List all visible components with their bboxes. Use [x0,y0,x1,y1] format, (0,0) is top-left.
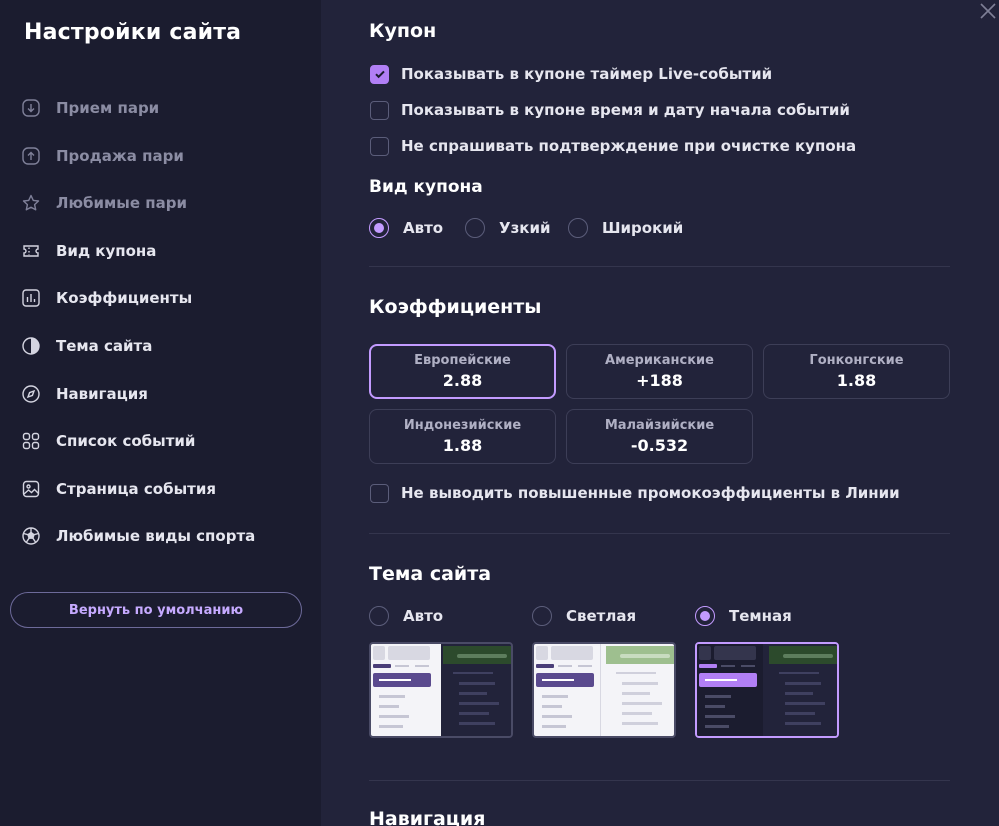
sidebar-item-bet-sale[interactable]: Продажа пари [20,144,184,168]
radio-theme-dark[interactable]: Темная [695,605,792,627]
odds-format-name: Индонезийские [403,418,522,433]
section-divider [369,780,950,781]
section-title-theme: Тема сайта [369,563,492,585]
radio-unselected[interactable] [532,606,552,626]
sidebar-item-label: Тема сайта [56,337,153,355]
checkbox-checked[interactable] [370,64,389,84]
sidebar-item-label: Коэффициенты [56,289,193,307]
sidebar-item-navigation[interactable]: Навигация [20,382,148,406]
soccer-ball-icon [20,525,42,547]
sidebar-title: Настройки сайта [24,20,242,45]
compass-icon [20,383,42,405]
radio-coupon-narrow[interactable]: Узкий [465,217,550,239]
close-icon[interactable] [978,1,998,21]
radio-label: Темная [729,607,792,625]
radio-label: Светлая [566,607,637,625]
radio-label: Авто [403,219,444,237]
odds-format-american[interactable]: Американские +188 [566,344,753,399]
odds-format-name: Гонконгские [809,353,904,368]
image-icon [20,478,42,500]
section-divider [369,266,950,267]
theme-preview-light[interactable] [532,642,676,738]
odds-format-value: 1.88 [442,436,483,455]
radio-label: Авто [403,607,444,625]
bar-chart-icon [20,287,42,309]
half-circle-icon [20,335,42,357]
sidebar-item-theme[interactable]: Тема сайта [20,334,152,358]
radio-theme-light[interactable]: Светлая [532,605,636,627]
grid-icon [20,430,42,452]
section-title-navigation: Навигация [369,808,486,826]
checkbox-unchecked[interactable] [370,483,389,503]
radio-label: Узкий [499,219,551,237]
checkbox-label: Не спрашивать подтверждение при очистке … [401,137,857,155]
odds-format-indonesian[interactable]: Индонезийские 1.88 [369,409,556,464]
radio-selected[interactable] [369,218,389,238]
checkbox-unchecked[interactable] [370,100,389,120]
odds-format-name: Американские [605,353,714,368]
sidebar-item-label: Любимые пари [56,194,187,212]
radio-unselected[interactable] [568,218,588,238]
theme-preview-auto[interactable] [369,642,513,738]
checkbox-label: Не выводить повышенные промокоэффициенты… [401,484,900,502]
ticket-icon [20,240,42,262]
theme-preview-dark[interactable] [695,642,839,738]
radio-selected[interactable] [695,606,715,626]
sidebar-item-label: Вид купона [56,242,157,260]
radio-unselected[interactable] [465,218,485,238]
reset-defaults-button[interactable]: Вернуть по умолчанию [10,592,302,628]
odds-format-value: +188 [636,371,683,390]
sidebar-item-event-list[interactable]: Список событий [20,429,195,453]
sidebar-item-label: Список событий [56,432,196,450]
odds-format-value: 2.88 [442,371,483,390]
sidebar-item-bet-acceptance[interactable]: Прием пари [20,96,159,120]
odds-format-european[interactable]: Европейские 2.88 [369,344,556,399]
checkbox-hide-promo-odds[interactable]: Не выводить повышенные промокоэффициенты… [370,483,900,503]
sidebar: Настройки сайта Прием пари Продажа пари … [0,0,321,826]
odds-format-name: Европейские [414,353,511,368]
radio-theme-auto[interactable]: Авто [369,605,443,627]
sidebar-item-label: Навигация [56,385,148,403]
checkbox-label: Показывать в купоне таймер Live-событий [401,65,773,83]
sidebar-item-favorite-bets[interactable]: Любимые пари [20,191,187,215]
sidebar-item-event-page[interactable]: Страница события [20,477,216,501]
arrow-down-circle-icon [20,97,42,119]
sidebar-item-odds[interactable]: Коэффициенты [20,286,192,310]
radio-unselected[interactable] [369,606,389,626]
radio-label: Широкий [602,219,684,237]
section-title-coupon: Купон [369,20,437,42]
sidebar-item-label: Страница события [56,480,216,498]
sidebar-item-coupon-view[interactable]: Вид купона [20,239,156,263]
odds-format-hongkong[interactable]: Гонконгские 1.88 [763,344,950,399]
odds-format-value: -0.532 [630,436,689,455]
check-icon [374,70,385,79]
odds-format-name: Малайзийские [604,418,715,433]
sidebar-item-label: Прием пари [56,99,160,117]
checkbox-no-confirm-clear[interactable]: Не спрашивать подтверждение при очистке … [370,136,856,156]
section-divider [369,533,950,534]
section-title-odds: Коэффициенты [369,296,542,318]
checkbox-start-time[interactable]: Показывать в купоне время и дату начала … [370,100,850,120]
star-icon [20,192,42,214]
arrow-up-circle-icon [20,145,42,167]
radio-coupon-auto[interactable]: Авто [369,217,443,239]
odds-format-value: 1.88 [836,371,877,390]
checkbox-unchecked[interactable] [370,136,389,156]
sidebar-item-label: Любимые виды спорта [56,527,256,545]
radio-coupon-wide[interactable]: Широкий [568,217,683,239]
sidebar-item-favorite-sports[interactable]: Любимые виды спорта [20,524,255,548]
sidebar-item-label: Продажа пари [56,147,184,165]
odds-format-malaysian[interactable]: Малайзийские -0.532 [566,409,753,464]
checkbox-live-timer[interactable]: Показывать в купоне таймер Live-событий [370,64,772,84]
section-title-coupon-view: Вид купона [369,177,483,197]
checkbox-label: Показывать в купоне время и дату начала … [401,101,850,119]
